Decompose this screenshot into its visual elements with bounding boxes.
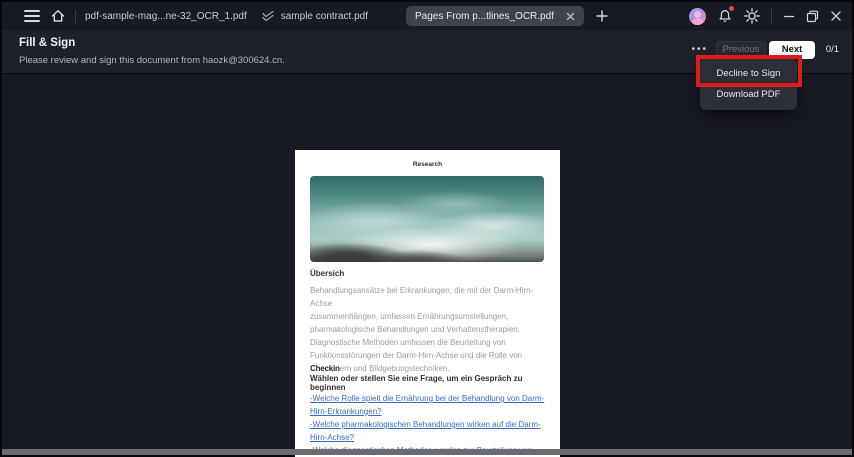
restore-icon[interactable] (806, 10, 819, 23)
page-counter: 0/1 (825, 44, 839, 55)
user-avatar[interactable] (689, 7, 706, 25)
paragraph-line: zusammenhängen, umfassen Ernährungsumste… (310, 312, 509, 321)
previous-button[interactable]: Previous (716, 41, 766, 59)
menu-item-download-pdf[interactable]: Download PDF (700, 84, 797, 105)
document-viewer: Research Übersich Behandlungsansätze bei… (2, 74, 852, 457)
menu-icon[interactable] (24, 10, 40, 22)
menu-item-decline-to-sign[interactable]: Decline to Sign (700, 63, 797, 84)
tab-close-icon[interactable] (566, 12, 575, 21)
app-window: pdf-sample-mag...ne-32_OCR_1.pdf sample … (0, 0, 854, 457)
new-tab-icon[interactable] (596, 10, 608, 22)
notification-dot (729, 6, 734, 11)
next-button[interactable]: Next (769, 41, 815, 59)
page-subtitle: Please review and sign this document fro… (19, 55, 285, 66)
question-links: -Welche Rolle spielt die Ernährung bei d… (310, 392, 546, 457)
tab-document-2[interactable]: sample contract.pdf (281, 11, 368, 22)
titlebar-divider (771, 9, 772, 23)
titlebar-right-cluster (689, 2, 842, 30)
document-link[interactable]: -Welche pharmakologischen Behandlungen w… (310, 418, 546, 444)
active-tab-label: Pages From p...tlines_OCR.pdf (415, 10, 554, 22)
checkin-field-overlay[interactable]: Checkin (310, 364, 340, 373)
verified-icon (261, 10, 275, 22)
document-paragraph: Behandlungsansätze bei Erkrankungen, die… (310, 284, 546, 375)
ocean-wave-image (310, 176, 544, 262)
paragraph-line-tail: ern und Bildgebungstechniken. (339, 364, 450, 373)
titlebar-divider (75, 9, 76, 23)
minimize-icon[interactable] (783, 10, 795, 22)
paragraph-line: Funktionsstörungen der Darm-Hirn-Achse u… (310, 351, 523, 360)
paragraph-line: Diagnostische Methoden umfassen die Beur… (310, 338, 506, 347)
settings-icon[interactable] (744, 8, 760, 24)
tab-document-1[interactable]: pdf-sample-mag...ne-32_OCR_1.pdf (85, 11, 247, 22)
document-category-label: Research (412, 161, 443, 168)
paragraph-line: pharmakologische Behandlungen und Verhal… (310, 325, 520, 334)
titlebar: pdf-sample-mag...ne-32_OCR_1.pdf sample … (2, 2, 852, 30)
notifications-icon[interactable] (717, 6, 734, 24)
home-icon[interactable] (50, 8, 66, 24)
more-options-icon[interactable]: ••• (691, 44, 708, 55)
more-options-menu: Decline to Sign Download PDF (700, 58, 797, 110)
window-close-icon[interactable] (830, 10, 842, 22)
question-heading: Wählen oder stellen Sie eine Frage, um e… (310, 374, 523, 392)
section-title: Übersich (310, 269, 345, 278)
paragraph-line: Behandlungsansätze bei Erkrankungen, die… (310, 286, 534, 308)
page-title: Fill & Sign (19, 37, 76, 49)
bottom-edge-strip (2, 449, 852, 455)
tab-document-3-active[interactable]: Pages From p...tlines_OCR.pdf (406, 6, 584, 26)
document-page: Research Übersich Behandlungsansätze bei… (295, 150, 560, 457)
document-link[interactable]: -Welche Rolle spielt die Ernährung bei d… (310, 392, 546, 418)
